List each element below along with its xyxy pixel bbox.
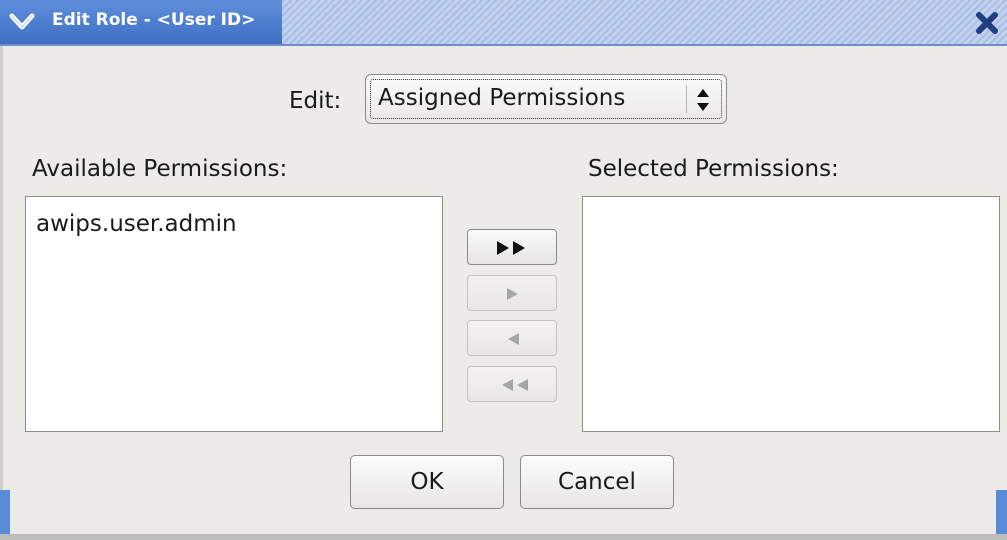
double-arrow-left-icon — [502, 379, 528, 391]
available-permissions-list[interactable]: awips.user.admin — [25, 196, 443, 432]
remove-button[interactable] — [467, 320, 557, 356]
edit-mode-select[interactable]: Assigned Permissions — [365, 74, 727, 124]
edit-role-dialog: Edit Role - <User ID> Edit: Assigned Per… — [0, 0, 1007, 540]
available-permissions-label: Available Permissions: — [32, 156, 288, 182]
ok-button[interactable]: OK — [350, 455, 504, 509]
edit-label: Edit: — [289, 88, 342, 114]
up-down-arrows-icon — [693, 87, 713, 113]
edit-mode-selected-value: Assigned Permissions — [378, 85, 626, 111]
cancel-button[interactable]: Cancel — [520, 455, 674, 509]
double-arrow-right-icon — [497, 241, 525, 255]
add-all-button[interactable] — [467, 229, 557, 265]
window-close-button[interactable] — [970, 8, 1004, 38]
arrow-right-icon — [507, 288, 518, 300]
window-border-bottom — [0, 534, 1007, 540]
window-title: Edit Role - <User ID> — [52, 10, 256, 30]
dialog-content: Edit: Assigned Permissions Available Per… — [10, 46, 1000, 534]
window-border-accent-right — [996, 490, 1007, 540]
selected-permissions-label: Selected Permissions: — [588, 156, 839, 182]
add-button[interactable] — [467, 275, 557, 311]
title-bar[interactable]: Edit Role - <User ID> — [0, 0, 1007, 46]
window-menu-button[interactable] — [6, 8, 38, 36]
chevron-down-icon — [9, 13, 35, 30]
remove-all-button[interactable] — [467, 366, 557, 402]
arrow-left-icon — [508, 333, 519, 345]
window-border-left — [0, 46, 3, 540]
close-icon — [976, 12, 998, 34]
combo-separator — [686, 85, 687, 113]
list-item[interactable]: awips.user.admin — [36, 211, 237, 237]
selected-permissions-list[interactable] — [582, 196, 1000, 432]
